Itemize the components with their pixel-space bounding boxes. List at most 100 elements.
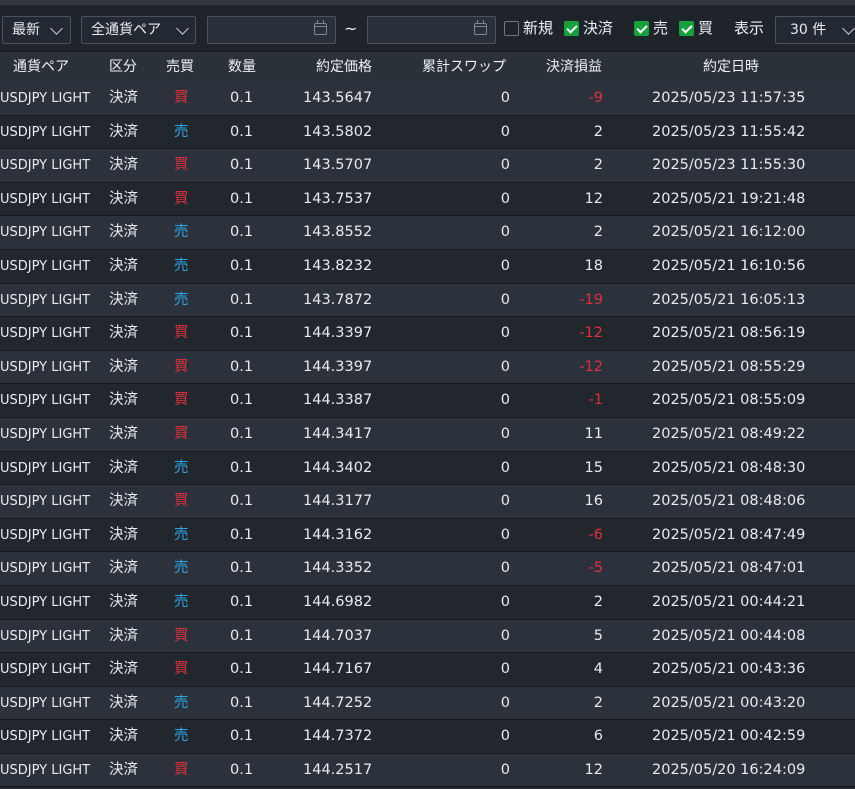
cell-type: 決済 xyxy=(109,627,138,644)
table-row[interactable]: USDJPY LIGHT 決済 買 0.1 144.3397 0 -12 2025/05/21… xyxy=(0,350,855,385)
filter-sell-label: 売 xyxy=(653,19,669,37)
count-select-value: 30 件 xyxy=(790,22,827,38)
date-from-input[interactable] xyxy=(207,16,336,44)
cell-datetime: 2025/05/23 11:55:30 xyxy=(652,157,806,174)
cell-pair: USDJPY LIGHT xyxy=(0,426,91,442)
table-row[interactable]: USDJPY LIGHT 決済 売 0.1 143.8552 0 2 2025/05/21 1… xyxy=(0,216,855,250)
calendar-icon[interactable] xyxy=(474,20,487,35)
table-row[interactable]: USDJPY LIGHT 決済 買 0.1 144.2517 0 12 2025/05/20 … xyxy=(0,753,855,788)
cell-datetime: 2025/05/21 08:47:49 xyxy=(652,526,806,543)
table-row[interactable]: USDJPY LIGHT 決済 買 0.1 144.7167 0 4 2025/05/21 0… xyxy=(0,653,855,687)
cell-price: 144.3352 xyxy=(303,560,373,577)
cell-price: 144.7167 xyxy=(303,661,373,678)
cell-type: 決済 xyxy=(109,560,138,577)
cell-pnl: -1 xyxy=(588,392,603,409)
table-row[interactable]: USDJPY LIGHT 決済 売 0.1 143.8232 0 18 2025/05/21 … xyxy=(0,249,855,284)
cell-type: 決済 xyxy=(109,728,138,745)
table-row[interactable]: USDJPY LIGHT 決済 売 0.1 144.3402 0 15 2025/05/21 … xyxy=(0,451,855,486)
table-row[interactable]: USDJPY LIGHT 決済 買 0.1 143.7537 0 12 2025/05/21 … xyxy=(0,182,855,217)
col-header-side[interactable]: 売買 xyxy=(166,52,194,82)
table-row[interactable]: USDJPY LIGHT 決済 売 0.1 144.7372 0 6 2025/05/21 0… xyxy=(0,720,855,754)
cell-price: 144.2517 xyxy=(303,761,373,778)
cell-type: 決済 xyxy=(109,425,138,442)
cell-side: 買 xyxy=(174,761,189,778)
filter-settle-checkbox[interactable] xyxy=(564,21,579,36)
chevron-down-icon xyxy=(842,22,855,35)
table-row[interactable]: USDJPY LIGHT 決済 売 0.1 144.3162 0 -6 2025/05/21 … xyxy=(0,518,855,553)
cell-side: 買 xyxy=(174,392,189,409)
cell-qty: 0.1 xyxy=(230,526,254,543)
cell-pnl: 2 xyxy=(593,157,603,174)
table-row[interactable]: USDJPY LIGHT 決済 売 0.1 144.3352 0 -5 2025/05/21 … xyxy=(0,552,855,586)
chevron-down-icon xyxy=(50,22,63,35)
cell-price: 144.3177 xyxy=(303,493,373,510)
cell-pair: USDJPY LIGHT xyxy=(0,292,91,308)
cell-datetime: 2025/05/21 08:47:01 xyxy=(652,560,806,577)
cell-swap: 0 xyxy=(500,392,510,409)
table-row[interactable]: USDJPY LIGHT 決済 買 0.1 144.3177 0 16 2025/05/21 … xyxy=(0,485,855,519)
cell-type: 決済 xyxy=(109,459,138,476)
cell-swap: 0 xyxy=(500,90,510,106)
cell-datetime: 2025/05/21 00:43:20 xyxy=(652,694,806,711)
cell-qty: 0.1 xyxy=(230,157,254,174)
cell-datetime: 2025/05/21 00:42:59 xyxy=(652,728,806,745)
cell-swap: 0 xyxy=(500,291,510,308)
table-row[interactable]: USDJPY LIGHT 決済 買 0.1 143.5647 0 -9 2025/05/23 … xyxy=(0,82,855,116)
table-row[interactable]: USDJPY LIGHT 決済 売 0.1 144.7252 0 2 2025/05/21 0… xyxy=(0,686,855,721)
table-row[interactable]: USDJPY LIGHT 決済 買 0.1 143.5707 0 2 2025/05/23 1… xyxy=(0,149,855,183)
cell-type: 決済 xyxy=(109,291,138,308)
cell-datetime: 2025/05/21 16:12:00 xyxy=(652,224,806,241)
sort-select[interactable]: 最新 xyxy=(2,16,71,44)
col-header-pnl[interactable]: 決済損益 xyxy=(546,52,602,82)
calendar-icon[interactable] xyxy=(314,20,327,35)
cell-datetime: 2025/05/21 08:48:30 xyxy=(652,459,806,476)
cell-price: 143.7537 xyxy=(303,190,373,207)
pair-select[interactable]: 全通貨ペア xyxy=(81,16,196,44)
filter-new-label: 新規 xyxy=(523,19,554,37)
table-row[interactable]: USDJPY LIGHT 決済 買 0.1 144.3417 0 11 2025/05/21 … xyxy=(0,417,855,452)
cell-pair: USDJPY LIGHT xyxy=(0,124,91,140)
cell-type: 決済 xyxy=(109,90,138,106)
cell-pair: USDJPY LIGHT xyxy=(0,191,91,207)
cell-side: 買 xyxy=(174,90,189,106)
filter-buy-checkbox[interactable] xyxy=(679,21,694,36)
col-header-swap[interactable]: 累計スワップ xyxy=(422,52,506,82)
cell-side: 買 xyxy=(174,627,189,644)
cell-swap: 0 xyxy=(500,728,510,745)
cell-swap: 0 xyxy=(500,493,510,510)
col-header-datetime[interactable]: 約定日時 xyxy=(703,52,759,82)
cell-price: 144.7037 xyxy=(303,627,373,644)
table-row[interactable]: USDJPY LIGHT 決済 売 0.1 143.5802 0 2 2025/05/23 1… xyxy=(0,115,855,150)
filter-new-checkbox[interactable] xyxy=(504,21,519,36)
date-to-input[interactable] xyxy=(367,16,496,44)
cell-qty: 0.1 xyxy=(230,358,254,375)
cell-pnl: 12 xyxy=(584,190,603,207)
cell-pair: USDJPY LIGHT xyxy=(0,326,91,342)
cell-price: 144.7252 xyxy=(303,694,373,711)
cell-qty: 0.1 xyxy=(230,190,254,207)
cell-qty: 0.1 xyxy=(230,694,254,711)
sort-select-value: 最新 xyxy=(12,22,40,38)
cell-pnl: -5 xyxy=(588,560,603,577)
count-select[interactable]: 30 件 xyxy=(775,16,855,44)
table-row[interactable]: USDJPY LIGHT 決済 買 0.1 144.7037 0 5 2025/05/21 0… xyxy=(0,619,855,654)
col-header-price[interactable]: 約定価格 xyxy=(316,52,372,82)
table-row[interactable]: USDJPY LIGHT 決済 売 0.1 144.6982 0 2 2025/05/21 0… xyxy=(0,585,855,620)
cell-side: 売 xyxy=(174,224,189,241)
col-header-pair[interactable]: 通貨ペア xyxy=(13,52,69,82)
cell-datetime: 2025/05/23 11:57:35 xyxy=(652,90,806,106)
col-header-qty[interactable]: 数量 xyxy=(228,52,256,82)
cell-price: 143.8552 xyxy=(303,224,373,241)
cell-side: 売 xyxy=(174,459,189,476)
table-row[interactable]: USDJPY LIGHT 決済 買 0.1 144.3387 0 -1 2025/05/21 … xyxy=(0,384,855,418)
table-row[interactable]: USDJPY LIGHT 決済 買 0.1 144.3397 0 -12 2025/05/21… xyxy=(0,317,855,351)
cell-type: 決済 xyxy=(109,392,138,409)
filter-sell-checkbox[interactable] xyxy=(634,21,649,36)
cell-pair: USDJPY LIGHT xyxy=(0,561,91,577)
cell-swap: 0 xyxy=(500,358,510,375)
cell-type: 決済 xyxy=(109,493,138,510)
table-row[interactable]: USDJPY LIGHT 決済 売 0.1 143.7872 0 -19 2025/05/21… xyxy=(0,283,855,318)
cell-pair: USDJPY LIGHT xyxy=(0,494,91,510)
cell-side: 買 xyxy=(174,358,189,375)
col-header-type[interactable]: 区分 xyxy=(109,52,137,82)
